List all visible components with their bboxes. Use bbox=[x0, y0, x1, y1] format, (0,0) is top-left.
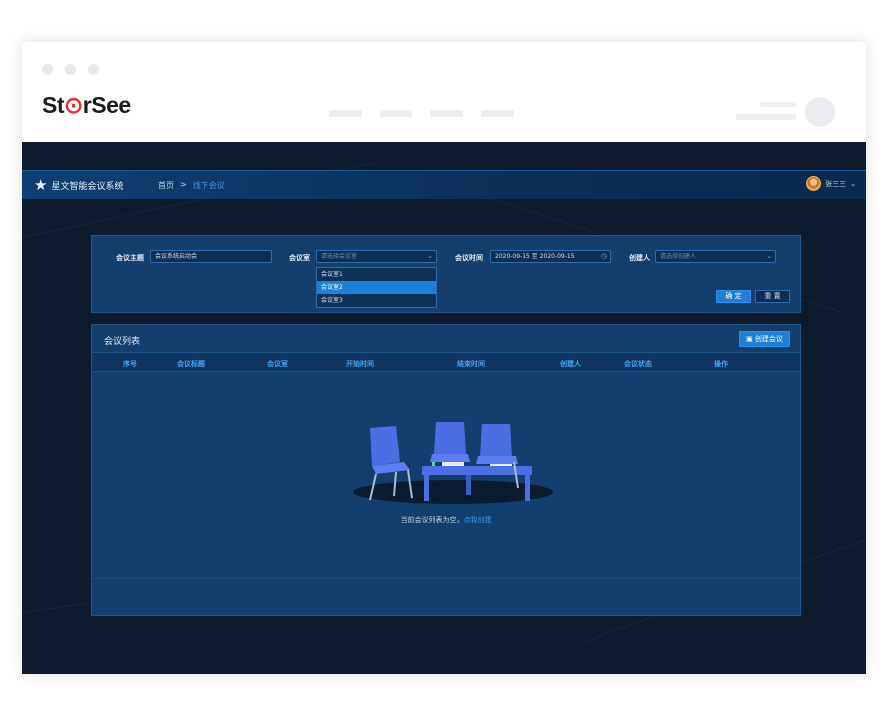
meeting-app: ★ 星文智能会议系统 首页 > 线下会议 张三三 ⌄ 会议主题 会议系统启动会 … bbox=[22, 142, 866, 674]
column-header[interactable]: 操作 bbox=[714, 359, 728, 369]
header-placeholder-line-1 bbox=[760, 102, 796, 107]
breadcrumb-current: 线下会议 bbox=[192, 181, 225, 190]
create-meeting-label: 创建会议 bbox=[754, 335, 783, 343]
column-header[interactable]: 序号 bbox=[123, 359, 137, 369]
column-header[interactable]: 会议状态 bbox=[624, 359, 652, 369]
breadcrumb-separator: > bbox=[180, 180, 187, 189]
nav-placeholder-3 bbox=[430, 110, 463, 117]
floor-shadow bbox=[353, 480, 553, 504]
user-menu[interactable]: 张三三 ⌄ bbox=[806, 176, 856, 191]
time-range-value: 2020-09-15 至 2020-09-15 bbox=[495, 253, 575, 260]
column-header[interactable]: 会议室 bbox=[267, 359, 288, 369]
breadcrumb: 首页 > 线下会议 bbox=[158, 180, 225, 191]
star-icon: ★ bbox=[34, 175, 48, 194]
empty-state-message: 当前会议列表为空，点我创建 bbox=[92, 515, 800, 525]
chevron-down-icon: ⌄ bbox=[766, 252, 772, 260]
room-select[interactable]: 请选择会议室 ⌄ bbox=[316, 250, 437, 263]
room-option-3[interactable]: 会议室3 bbox=[317, 294, 436, 307]
system-name: 星文智能会议系统 bbox=[51, 181, 124, 192]
column-header[interactable]: 创建人 bbox=[560, 359, 581, 369]
creator-select[interactable]: 请选择创建人 ⌄ bbox=[655, 250, 776, 263]
header-placeholder-line-2 bbox=[736, 114, 796, 120]
browser-topbar: St⊙rSee bbox=[22, 42, 866, 142]
app-header: ★ 星文智能会议系统 首页 > 线下会议 张三三 ⌄ bbox=[22, 170, 866, 199]
window-dot-2 bbox=[65, 64, 76, 75]
chair-middle bbox=[430, 422, 470, 462]
room-option-2[interactable]: 会议室2 bbox=[317, 281, 436, 294]
empty-state-illustration bbox=[353, 422, 553, 504]
avatar-icon bbox=[806, 176, 822, 191]
nav-placeholder-4 bbox=[481, 110, 514, 117]
filter-panel: 会议主题 会议系统启动会 会议室 请选择会议室 ⌄ 会议室1 会议室2 会议室3… bbox=[91, 235, 801, 313]
time-range-input[interactable]: 2020-09-15 至 2020-09-15 ◷ bbox=[490, 250, 611, 263]
meeting-list-panel: 会议列表 ▣ 创建会议 序号 会议标题 会议室 开始时间 结束时间 创建人 会议… bbox=[91, 324, 801, 616]
table-header: 序号 会议标题 会议室 开始时间 结束时间 创建人 会议状态 操作 bbox=[92, 352, 800, 372]
reset-button[interactable]: 重 置 bbox=[755, 290, 790, 303]
time-label: 会议时间 bbox=[455, 254, 483, 262]
topic-input-value: 会议系统启动会 bbox=[155, 253, 198, 260]
chevron-down-icon: ⌄ bbox=[850, 179, 856, 188]
creator-select-placeholder: 请选择创建人 bbox=[660, 253, 697, 260]
system-brand[interactable]: ★ 星文智能会议系统 bbox=[34, 176, 123, 194]
creator-label: 创建人 bbox=[629, 254, 650, 262]
chair-right bbox=[476, 424, 519, 489]
room-label: 会议室 bbox=[289, 254, 310, 262]
topic-label: 会议主题 bbox=[116, 254, 144, 262]
list-title: 会议列表 bbox=[104, 337, 141, 347]
window-dot-1 bbox=[42, 64, 53, 75]
window-dot-3 bbox=[88, 64, 99, 75]
topic-input[interactable]: 会议系统启动会 bbox=[150, 250, 272, 263]
breadcrumb-home[interactable]: 首页 bbox=[158, 180, 174, 191]
room-select-placeholder: 请选择会议室 bbox=[321, 253, 358, 260]
room-dropdown: 会议室1 会议室2 会议室3 bbox=[316, 267, 437, 308]
starsee-logo: St⊙rSee bbox=[42, 92, 131, 118]
empty-state-text: 当前会议列表为空， bbox=[400, 516, 464, 524]
browser-frame: St⊙rSee ★ 星文智能会议系统 首页 > 线下会议 张三三 ⌄ 会议主题 … bbox=[22, 42, 866, 674]
user-name: 张三三 bbox=[825, 179, 847, 188]
chevron-down-icon: ⌄ bbox=[427, 252, 433, 260]
create-meeting-link[interactable]: 点我创建 bbox=[464, 516, 492, 524]
room-option-1[interactable]: 会议室1 bbox=[317, 268, 436, 281]
document-plus-icon: ▣ bbox=[746, 335, 753, 343]
nav-placeholder-2 bbox=[380, 110, 412, 117]
column-header[interactable]: 会议标题 bbox=[177, 359, 205, 369]
create-meeting-button[interactable]: ▣ 创建会议 bbox=[739, 331, 790, 347]
confirm-button[interactable]: 确 定 bbox=[716, 290, 751, 303]
avatar-placeholder bbox=[805, 97, 835, 127]
divider bbox=[92, 578, 800, 579]
clock-icon: ◷ bbox=[600, 252, 607, 260]
nav-placeholder-1 bbox=[329, 110, 362, 117]
column-header[interactable]: 结束时间 bbox=[457, 359, 485, 369]
column-header[interactable]: 开始时间 bbox=[346, 359, 374, 369]
